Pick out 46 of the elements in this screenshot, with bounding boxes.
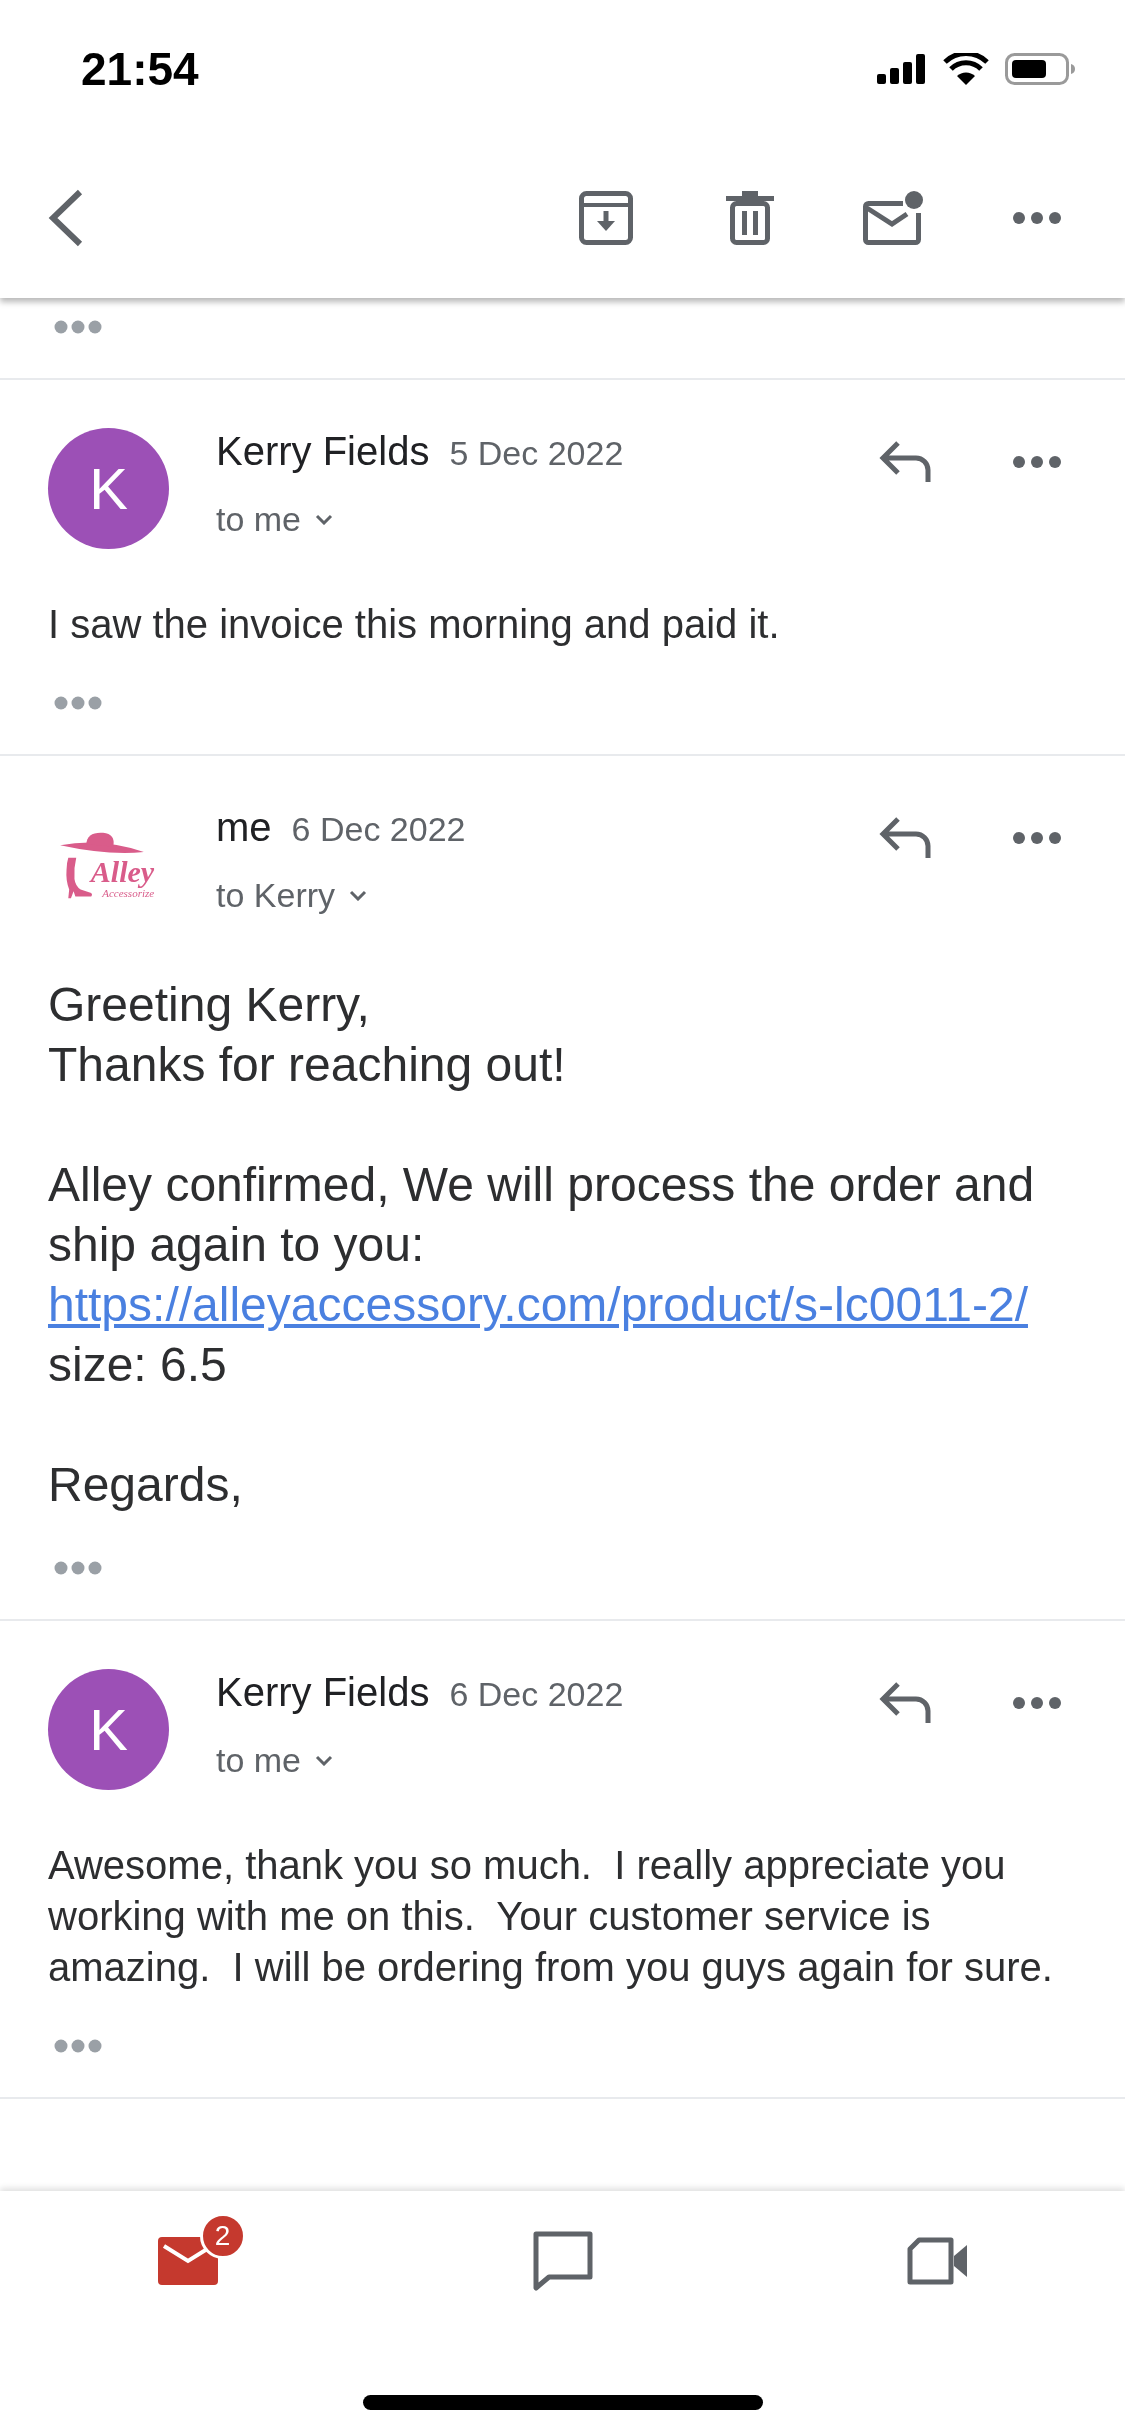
battery-icon [1005, 53, 1075, 85]
message-text: Thanks for reaching out! [48, 1037, 567, 1093]
chevron-down-icon [349, 889, 368, 901]
archive-icon[interactable] [579, 191, 633, 245]
reply-icon[interactable] [878, 440, 932, 482]
sender-name: Kerry Fields [216, 428, 430, 474]
recipients-toggle[interactable]: to Kerry [216, 872, 368, 918]
more-icon[interactable] [1013, 456, 1061, 468]
message-text: size: 6.5 [48, 1337, 228, 1393]
envelope-icon[interactable] [157, 2237, 218, 2285]
message-text: Alley confirmed, We will process the order and ship again to you: https://alleyaccessory.com/product/s-lc0011-2/ [48, 1157, 1036, 1333]
more-icon[interactable] [1013, 212, 1061, 224]
unread-count-badge: 2 [199, 2213, 246, 2259]
signal-icon [877, 54, 927, 84]
logo-text: Alley [90, 856, 155, 887]
chat-bubble-icon[interactable] [532, 2231, 593, 2291]
message-text: I saw the invoice this morning and paid it. [48, 601, 781, 648]
message-text: Regards, [48, 1457, 244, 1513]
ellipsis-icon[interactable] [54, 696, 102, 710]
video-camera-icon[interactable] [906, 2237, 969, 2285]
message-date: 6 Dec 2022 [449, 1674, 624, 1715]
chevron-down-icon [315, 513, 334, 525]
wifi-icon [943, 53, 989, 85]
recipients-toggle[interactable]: to me [216, 1737, 334, 1783]
sender-name: Kerry Fields [216, 1669, 430, 1715]
status-time: 21:54 [81, 46, 199, 92]
ellipsis-icon[interactable] [54, 320, 102, 334]
trash-icon[interactable] [726, 191, 774, 245]
recipients-toggle[interactable]: to me [216, 496, 334, 542]
message-text: Awesome, thank you so much. I really appreciate you working with me on this. Your customer service is amazing. I will be ordering from you guys again for sure. [48, 1842, 1054, 1991]
message-text: Greeting Kerry, [48, 977, 371, 1033]
message-date: 6 Dec 2022 [291, 809, 466, 850]
reply-icon[interactable] [878, 1681, 932, 1723]
avatar: K [48, 1669, 169, 1790]
product-link[interactable]: https://alleyaccessory.com/product/s-lc0011-2/ [48, 1278, 1028, 1331]
message-date: 5 Dec 2022 [449, 433, 624, 474]
sender-name: me [216, 804, 272, 850]
reply-icon[interactable] [878, 816, 932, 858]
chevron-down-icon [315, 1754, 334, 1766]
back-icon[interactable] [48, 189, 84, 247]
more-icon[interactable] [1013, 832, 1061, 844]
ellipsis-icon[interactable] [54, 2039, 102, 2053]
more-icon[interactable] [1013, 1697, 1061, 1709]
ellipsis-icon[interactable] [54, 1561, 102, 1575]
envelope-dot-icon[interactable] [863, 191, 923, 245]
avatar: K [48, 428, 169, 549]
